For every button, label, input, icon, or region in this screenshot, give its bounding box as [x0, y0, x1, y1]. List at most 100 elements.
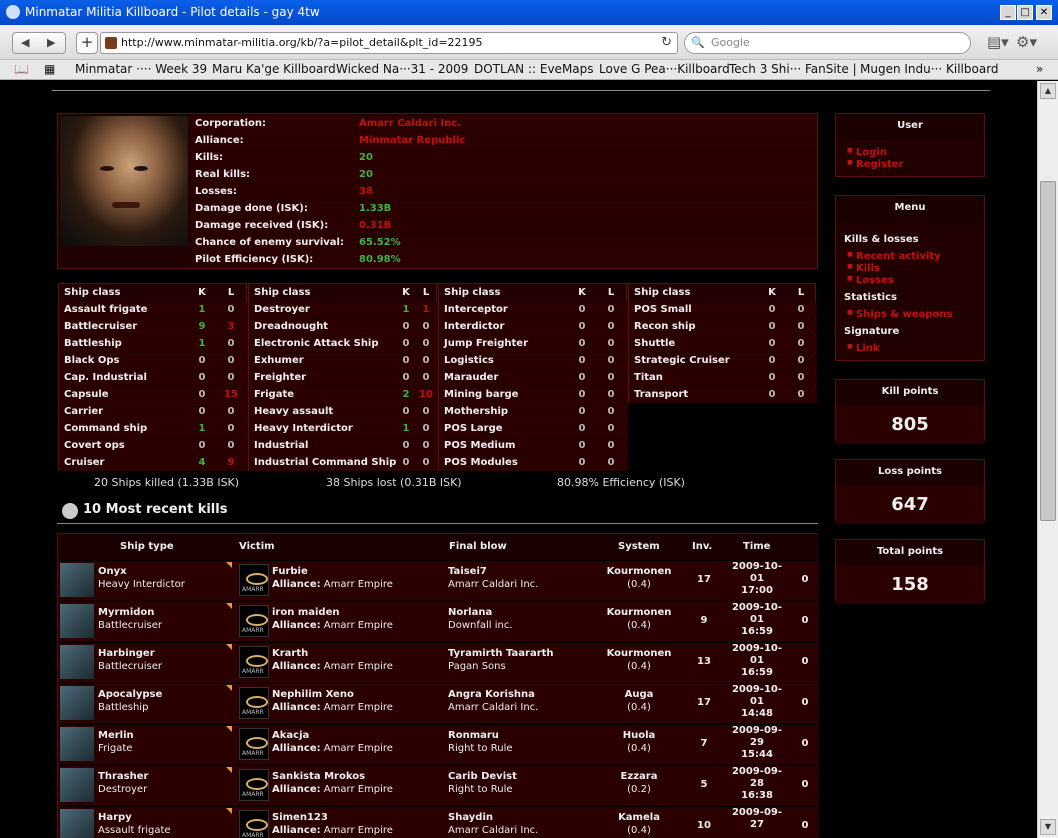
system-name[interactable]: Kourmonen — [598, 566, 680, 577]
amarr-emblem-icon[interactable] — [239, 810, 269, 838]
final-blow-corp[interactable]: Amarr Caldari Inc. — [448, 579, 538, 590]
reload-icon[interactable]: ↻ — [661, 33, 672, 53]
ship-name[interactable]: Apocalypse — [98, 689, 162, 700]
ship-class-losses: 0 — [422, 423, 430, 434]
bookmark-item[interactable]: Mugen Indu··· Killboard — [860, 62, 999, 76]
bookmark-item[interactable]: Tech 3 Shi··· FanSite | — [729, 62, 857, 76]
page-menu-icon[interactable]: ▤▾ — [987, 33, 1009, 51]
amarr-emblem-icon[interactable] — [239, 728, 269, 760]
alliance-name[interactable]: Amarr Empire — [324, 579, 393, 590]
grid-icon[interactable]: ▦ — [44, 62, 55, 76]
minimize-button[interactable]: _ — [1000, 5, 1016, 20]
alliance-name[interactable]: Amarr Empire — [324, 825, 393, 836]
ship-icon[interactable] — [60, 604, 94, 638]
ship-icon[interactable] — [60, 768, 94, 802]
kill-row[interactable]: Thrasher Destroyer Sankista Mrokos Alliance… — [58, 765, 819, 805]
victim-name[interactable]: Nephilim Xeno — [272, 689, 354, 700]
scroll-up-icon[interactable]: ▲ — [1040, 83, 1056, 99]
amarr-emblem-icon[interactable] — [239, 646, 269, 678]
system-name[interactable]: Ezzara — [598, 771, 680, 782]
victim-name[interactable]: Simen123 — [272, 812, 328, 823]
bookmark-item[interactable]: Wicked Na···31 - 2009 — [336, 62, 468, 76]
pilot-stat-value[interactable]: Amarr Caldari Inc. — [359, 118, 461, 129]
system-name[interactable]: Kourmonen — [598, 607, 680, 618]
victim-name[interactable]: Akacja — [272, 730, 309, 741]
book-icon[interactable]: 📖 — [14, 62, 29, 76]
menu-link-losses[interactable]: Losses — [847, 275, 894, 286]
search-input[interactable]: 🔍 Google — [684, 32, 971, 54]
ship-icon[interactable] — [60, 563, 94, 597]
ship-icon[interactable] — [60, 645, 94, 679]
alliance-name[interactable]: Amarr Empire — [324, 702, 393, 713]
final-blow-pilot[interactable]: Tyramirth Taararth — [448, 648, 554, 659]
final-blow-corp[interactable]: Pagan Sons — [448, 661, 506, 672]
bookmark-item[interactable]: DOTLAN :: EveMaps — [474, 62, 594, 76]
bookmark-item[interactable]: Love G Pea···Killboard — [599, 62, 730, 76]
final-blow-corp[interactable]: Right to Rule — [448, 743, 513, 754]
ship-name[interactable]: Myrmidon — [98, 607, 154, 618]
victim-name[interactable]: iron maiden — [272, 607, 340, 618]
forward-icon[interactable]: ▶ — [47, 36, 55, 49]
vertical-scrollbar[interactable]: ▲ ▼ — [1037, 81, 1058, 838]
register-link[interactable]: Register — [847, 159, 903, 170]
amarr-emblem-icon[interactable] — [239, 564, 269, 596]
ship-icon[interactable] — [60, 727, 94, 761]
alliance-name[interactable]: Amarr Empire — [324, 784, 393, 795]
final-blow-corp[interactable]: Amarr Caldari Inc. — [448, 702, 538, 713]
system-name[interactable]: Auga — [598, 689, 680, 700]
pilot-stat-value[interactable]: Minmatar Republic — [359, 135, 465, 146]
final-blow-pilot[interactable]: Norlana — [448, 607, 492, 618]
amarr-emblem-icon[interactable] — [239, 605, 269, 637]
ship-name[interactable]: Harpy — [98, 812, 132, 823]
browser-toolbar: ◀ ▶ + http://www.minmatar-militia.org/kb… — [0, 25, 1058, 60]
gear-icon[interactable]: ⚙▾ — [1016, 33, 1037, 51]
final-blow-pilot[interactable]: Carib Devist — [448, 771, 517, 782]
alliance-name[interactable]: Amarr Empire — [324, 620, 393, 631]
kill-row[interactable]: Onyx Heavy Interdictor Furbie Alliance: Ama… — [58, 560, 819, 600]
ship-name[interactable]: Harbinger — [98, 648, 155, 659]
final-blow-pilot[interactable]: Taisei7 — [448, 566, 487, 577]
amarr-emblem-icon[interactable] — [239, 687, 269, 719]
ship-name[interactable]: Thrasher — [98, 771, 148, 782]
menu-link-kills[interactable]: Kills — [847, 263, 880, 274]
final-blow-pilot[interactable]: Shaydin — [448, 812, 493, 823]
kill-row[interactable]: Harbinger Battlecruiser Krarth Alliance: Am… — [58, 642, 819, 682]
ship-name[interactable]: Onyx — [98, 566, 127, 577]
amarr-emblem-icon[interactable] — [239, 769, 269, 801]
scroll-down-icon[interactable]: ▼ — [1040, 819, 1056, 835]
alliance-name[interactable]: Amarr Empire — [324, 743, 393, 754]
final-blow-corp[interactable]: Downfall inc. — [448, 620, 513, 631]
kill-row[interactable]: Merlin Frigate Akacja Alliance: Amarr Empir… — [58, 724, 819, 764]
ship-name[interactable]: Merlin — [98, 730, 134, 741]
system-name[interactable]: Kamela — [598, 812, 680, 823]
final-blow-corp[interactable]: Right to Rule — [448, 784, 513, 795]
alliance-name[interactable]: Amarr Empire — [324, 661, 393, 672]
new-tab-button[interactable]: + — [76, 32, 98, 54]
victim-name[interactable]: Krarth — [272, 648, 308, 659]
victim-name[interactable]: Furbie — [272, 566, 308, 577]
bookmark-item[interactable]: Maru Ka'ge Killboard — [212, 62, 336, 76]
kill-row[interactable]: Myrmidon Battlecruiser iron maiden Alliance… — [58, 601, 819, 641]
final-blow-pilot[interactable]: Ronmaru — [448, 730, 499, 741]
kill-row[interactable]: Apocalypse Battleship Nephilim Xeno Allianc… — [58, 683, 819, 723]
more-bookmarks-icon[interactable]: » — [1036, 62, 1043, 76]
final-blow-corp[interactable]: Amarr Caldari Inc. — [448, 825, 538, 836]
bookmark-item[interactable]: Minmatar ···· Week 39 — [75, 62, 207, 76]
kill-row[interactable]: Harpy Assault frigate Simen123 Alliance: Am… — [58, 806, 819, 838]
ship-class: Battleship — [98, 702, 149, 713]
system-name[interactable]: Kourmonen — [598, 648, 680, 659]
menu-link-ships-weapons[interactable]: Ships & weapons — [847, 309, 952, 320]
ship-icon[interactable] — [60, 809, 94, 838]
victim-name[interactable]: Sankista Mrokos — [272, 771, 365, 782]
final-blow-pilot[interactable]: Angra Korishna — [448, 689, 535, 700]
maximize-button[interactable]: □ — [1017, 5, 1033, 20]
menu-link-signature[interactable]: Link — [847, 343, 879, 354]
address-bar[interactable]: http://www.minmatar-militia.org/kb/?a=pi… — [100, 32, 678, 54]
system-name[interactable]: Huola — [598, 730, 680, 741]
ship-icon[interactable] — [60, 686, 94, 720]
scroll-thumb[interactable] — [1040, 181, 1056, 521]
menu-link-recent-activity[interactable]: Recent activity — [847, 251, 941, 262]
back-icon[interactable]: ◀ — [21, 36, 29, 49]
close-button[interactable]: ✕ — [1036, 5, 1052, 20]
login-link[interactable]: Login — [847, 147, 887, 158]
